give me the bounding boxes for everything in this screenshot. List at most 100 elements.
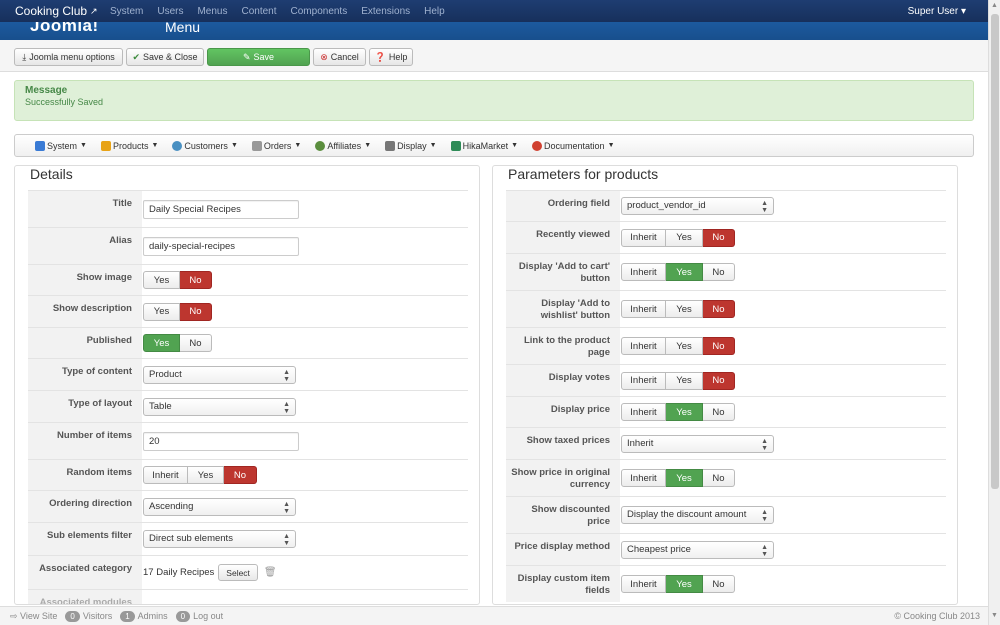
- price-method-value-cell: Cheapest price ▲ ▼: [620, 534, 946, 565]
- products-icon: [100, 140, 111, 151]
- recently-viewed-yes[interactable]: Yes: [666, 228, 703, 247]
- number-items-input[interactable]: 20: [143, 431, 299, 451]
- submenu-hikamarket[interactable]: HikaMarket ▼: [450, 140, 518, 151]
- sub-elements-filter-select[interactable]: Direct sub elements ▲ ▼: [143, 530, 296, 548]
- custom-fields-yes[interactable]: Yes: [666, 575, 703, 593]
- price-original-no[interactable]: No: [703, 469, 735, 487]
- random-items-no[interactable]: No: [224, 466, 257, 484]
- show-discounted-select[interactable]: Display the discount amount ▲ ▼: [621, 506, 774, 524]
- scroll-down-icon[interactable]: ▼: [991, 612, 998, 619]
- select-arrow-icon: ▲ ▼: [283, 533, 290, 547]
- display-votes-inherit[interactable]: Inherit: [621, 371, 666, 390]
- show-taxed-select[interactable]: Inherit ▲ ▼: [621, 434, 774, 453]
- trash-icon[interactable]: 🗑: [264, 567, 277, 578]
- select-arrow-icon: ▲ ▼: [761, 509, 768, 523]
- joomla-menu-options-label: Joomla menu options: [29, 52, 115, 62]
- site-name-link[interactable]: Cooking Club ↗: [0, 4, 110, 18]
- add-to-cart-toggle: Inherit Yes No: [621, 263, 735, 281]
- custom-fields-inherit[interactable]: Inherit: [621, 575, 666, 593]
- menu-menus[interactable]: Menus: [190, 6, 234, 17]
- price-method-select[interactable]: Cheapest price ▲ ▼: [621, 540, 774, 559]
- row-random-items: Random items Inherit Yes No: [28, 459, 468, 490]
- submenu-display[interactable]: Display ▼: [385, 140, 437, 151]
- add-to-wishlist-yes[interactable]: Yes: [666, 300, 703, 318]
- published-no[interactable]: No: [180, 334, 212, 352]
- price-original-yes[interactable]: Yes: [666, 469, 703, 487]
- ordering-field-select[interactable]: product_vendor_id ▲ ▼: [621, 197, 774, 215]
- ordering-direction-select[interactable]: Ascending ▲ ▼: [143, 497, 296, 516]
- number-items-label: Number of items: [28, 423, 142, 459]
- show-discounted-selected: Display the discount amount: [627, 509, 747, 520]
- submenu-affiliates[interactable]: Affiliates ▼: [315, 140, 371, 151]
- recently-viewed-inherit[interactable]: Inherit: [621, 228, 666, 247]
- row-sub-elements-filter: Sub elements filter Direct sub elements …: [28, 522, 468, 555]
- details-legend: Details: [29, 166, 74, 182]
- logout-link[interactable]: Log out: [193, 611, 223, 621]
- menu-users[interactable]: Users: [150, 6, 190, 17]
- add-to-cart-label: Display 'Add to cart' button: [506, 254, 620, 290]
- add-to-wishlist-toggle: Inherit Yes No: [621, 300, 735, 318]
- add-to-wishlist-inherit[interactable]: Inherit: [621, 300, 666, 318]
- customers-icon: [172, 140, 183, 151]
- link-product-inherit[interactable]: Inherit: [621, 337, 666, 355]
- display-price-no[interactable]: No: [703, 403, 735, 421]
- type-layout-selected: Table: [149, 400, 172, 412]
- menu-help[interactable]: Help: [417, 6, 452, 17]
- user-menu[interactable]: Super User ▾: [908, 6, 988, 17]
- add-to-wishlist-no[interactable]: No: [703, 300, 735, 318]
- show-description-no[interactable]: No: [180, 302, 212, 321]
- row-display-price: Display price Inherit Yes No: [506, 396, 946, 427]
- row-ordering-field: Ordering field product_vendor_id ▲ ▼: [506, 190, 946, 221]
- title-label: Title: [28, 191, 142, 227]
- select-category-button[interactable]: Select: [218, 564, 258, 581]
- help-button[interactable]: ❓ Help: [369, 48, 413, 66]
- submenu-display-label: Display: [397, 140, 427, 151]
- link-product-yes[interactable]: Yes: [666, 337, 703, 355]
- submenu-documentation[interactable]: Documentation ▼: [532, 140, 615, 151]
- page-scrollbar[interactable]: ▲ ▼: [988, 0, 1000, 625]
- show-image-yes[interactable]: Yes: [143, 271, 180, 289]
- view-site-link[interactable]: ⇨ View Site: [10, 611, 57, 622]
- add-to-cart-inherit[interactable]: Inherit: [621, 263, 666, 281]
- menu-extensions[interactable]: Extensions: [354, 6, 417, 17]
- submenu-orders-label: Orders: [263, 140, 292, 151]
- show-description-yes[interactable]: Yes: [143, 302, 180, 321]
- submenu-products[interactable]: Products ▼: [100, 140, 158, 151]
- menu-content[interactable]: Content: [234, 6, 283, 17]
- random-items-toggle: Inherit Yes No: [143, 466, 257, 484]
- joomla-menu-options-button[interactable]: ⤓ Joomla menu options: [14, 48, 123, 66]
- scroll-up-icon[interactable]: ▲: [991, 2, 998, 9]
- link-product-no[interactable]: No: [703, 337, 735, 355]
- recently-viewed-no[interactable]: No: [703, 228, 735, 247]
- display-votes-no[interactable]: No: [703, 371, 735, 390]
- recently-viewed-label: Recently viewed: [506, 222, 620, 253]
- save-button[interactable]: ✎ Save: [207, 48, 310, 66]
- save-close-button[interactable]: ✔ Save & Close: [126, 48, 204, 66]
- show-image-no[interactable]: No: [180, 271, 212, 289]
- submenu-customers[interactable]: Customers ▼: [172, 140, 238, 151]
- add-to-cart-no[interactable]: No: [703, 263, 735, 281]
- display-votes-yes[interactable]: Yes: [666, 371, 703, 390]
- title-input[interactable]: Daily Special Recipes: [143, 199, 299, 219]
- display-price-inherit[interactable]: Inherit: [621, 403, 666, 421]
- submenu-system[interactable]: System ▼: [35, 140, 87, 151]
- menu-components[interactable]: Components: [284, 6, 355, 17]
- published-yes[interactable]: Yes: [143, 334, 180, 352]
- cancel-button[interactable]: ⊗ Cancel: [313, 48, 366, 66]
- type-layout-select[interactable]: Table ▲ ▼: [143, 397, 296, 416]
- type-content-label: Type of content: [28, 359, 142, 390]
- menu-system[interactable]: System: [110, 6, 150, 17]
- add-to-cart-yes[interactable]: Yes: [666, 263, 703, 281]
- price-original-inherit[interactable]: Inherit: [621, 469, 666, 487]
- random-items-yes[interactable]: Yes: [188, 466, 224, 484]
- ordering-field-value-cell: product_vendor_id ▲ ▼: [620, 191, 946, 221]
- submenu-orders[interactable]: Orders ▼: [251, 140, 301, 151]
- display-price-yes[interactable]: Yes: [666, 403, 703, 421]
- scrollbar-thumb[interactable]: [991, 14, 999, 489]
- associated-modules-label: Associated modules: [28, 590, 142, 604]
- random-items-inherit[interactable]: Inherit: [143, 466, 188, 484]
- type-content-select[interactable]: Product ▲ ▼: [143, 365, 296, 384]
- price-original-label: Show price in original currency: [506, 460, 620, 496]
- custom-fields-no[interactable]: No: [703, 575, 735, 593]
- alias-input[interactable]: daily-special-recipes: [143, 236, 299, 256]
